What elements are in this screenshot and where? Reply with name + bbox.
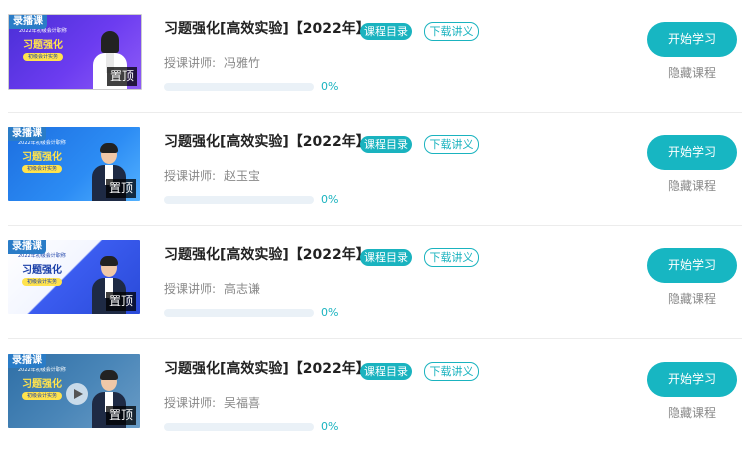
play-icon[interactable]	[66, 383, 88, 405]
pin-to-top-badge[interactable]: 置顶	[105, 179, 136, 198]
course-thumbnail[interactable]: 2022年初级会计职称 习题强化 初级会计实务 录播课 置顶	[8, 14, 142, 90]
course-thumbnail[interactable]: 2022年初级会计职称 习题强化 初级会计实务 录播课 置顶	[8, 354, 140, 428]
start-learning-button[interactable]: 开始学习	[647, 22, 737, 57]
thumbnail-subject-text: 初级会计实务	[22, 278, 62, 286]
thumbnail-course-text: 习题强化	[22, 379, 62, 390]
teacher-info: 授课讲师: 高志谦	[164, 280, 260, 297]
teacher-name: 高志谦	[224, 282, 261, 296]
progress-bar	[164, 83, 314, 91]
thumbnail-subject-text: 初级会计实务	[23, 53, 63, 61]
course-catalog-button[interactable]: 课程目录	[360, 249, 412, 266]
course-catalog-button[interactable]: 课程目录	[360, 23, 412, 40]
progress-percent: 0%	[321, 80, 339, 93]
thumbnail-subject-text: 初级会计实务	[22, 165, 62, 173]
teacher-label: 授课讲师:	[164, 396, 217, 410]
recorded-course-tag: 录播课	[9, 15, 47, 29]
teacher-name: 赵玉宝	[224, 169, 261, 183]
teacher-info: 授课讲师: 赵玉宝	[164, 167, 260, 184]
course-title[interactable]: 习题强化[高效实验]【2022年】	[164, 244, 370, 264]
course-row: 2022年初级会计职称 习题强化 初级会计实务 录播课 置顶 习题强化[高效实验…	[0, 226, 750, 339]
start-learning-button[interactable]: 开始学习	[647, 135, 737, 170]
progress-bar	[164, 423, 314, 431]
progress-percent: 0%	[321, 193, 339, 206]
teacher-hair	[100, 143, 118, 153]
start-learning-button[interactable]: 开始学习	[647, 248, 737, 283]
progress-bar	[164, 309, 314, 317]
progress-percent: 0%	[321, 306, 339, 319]
teacher-hair	[101, 31, 119, 53]
pin-to-top-badge[interactable]: 置顶	[105, 406, 136, 425]
thumbnail-subject-text: 初级会计实务	[22, 392, 62, 400]
course-title[interactable]: 习题强化[高效实验]【2022年】	[164, 358, 370, 378]
hide-course-link[interactable]: 隐藏课程	[647, 290, 737, 307]
teacher-hair	[100, 256, 118, 266]
thumbnail-course-text: 习题强化	[22, 265, 62, 276]
teacher-info: 授课讲师: 冯雅竹	[164, 54, 260, 71]
course-thumbnail[interactable]: 2022年初级会计职称 习题强化 初级会计实务 录播课 置顶	[8, 240, 140, 314]
course-list: 2022年初级会计职称 习题强化 初级会计实务 录播课 置顶 习题强化[高效实验…	[0, 0, 750, 445]
thumbnail-course-text: 习题强化	[22, 152, 62, 163]
course-row: 2022年初级会计职称 习题强化 初级会计实务 录播课 置顶 习题强化[高效实验…	[0, 0, 750, 113]
download-handout-button[interactable]: 下载讲义	[424, 22, 479, 41]
teacher-label: 授课讲师:	[164, 56, 217, 70]
course-title[interactable]: 习题强化[高效实验]【2022年】	[164, 131, 370, 151]
row-divider	[8, 338, 742, 339]
pin-to-top-badge[interactable]: 置顶	[106, 67, 137, 86]
course-thumbnail[interactable]: 2022年初级会计职称 习题强化 初级会计实务 录播课 置顶	[8, 127, 140, 201]
course-row: 2022年初级会计职称 习题强化 初级会计实务 录播课 置顶 习题强化[高效实验…	[0, 340, 750, 453]
hide-course-link[interactable]: 隐藏课程	[647, 404, 737, 421]
course-catalog-button[interactable]: 课程目录	[360, 136, 412, 153]
progress-percent: 0%	[321, 420, 339, 433]
course-title[interactable]: 习题强化[高效实验]【2022年】	[164, 18, 370, 38]
download-handout-button[interactable]: 下载讲义	[424, 135, 479, 154]
hide-course-link[interactable]: 隐藏课程	[647, 177, 737, 194]
teacher-name: 吴福喜	[224, 396, 261, 410]
recorded-course-tag: 录播课	[8, 240, 46, 254]
download-handout-button[interactable]: 下载讲义	[424, 248, 479, 267]
recorded-course-tag: 录播课	[8, 354, 46, 368]
download-handout-button[interactable]: 下载讲义	[424, 362, 479, 381]
thumbnail-course-text: 习题强化	[23, 40, 63, 51]
start-learning-button[interactable]: 开始学习	[647, 362, 737, 397]
teacher-label: 授课讲师:	[164, 282, 217, 296]
progress-bar	[164, 196, 314, 204]
course-catalog-button[interactable]: 课程目录	[360, 363, 412, 380]
hide-course-link[interactable]: 隐藏课程	[647, 64, 737, 81]
pin-to-top-badge[interactable]: 置顶	[105, 292, 136, 311]
teacher-name: 冯雅竹	[224, 56, 261, 70]
course-row: 2022年初级会计职称 习题强化 初级会计实务 录播课 置顶 习题强化[高效实验…	[0, 113, 750, 226]
teacher-info: 授课讲师: 吴福喜	[164, 394, 260, 411]
teacher-hair	[100, 370, 118, 380]
teacher-label: 授课讲师:	[164, 169, 217, 183]
recorded-course-tag: 录播课	[8, 127, 46, 141]
